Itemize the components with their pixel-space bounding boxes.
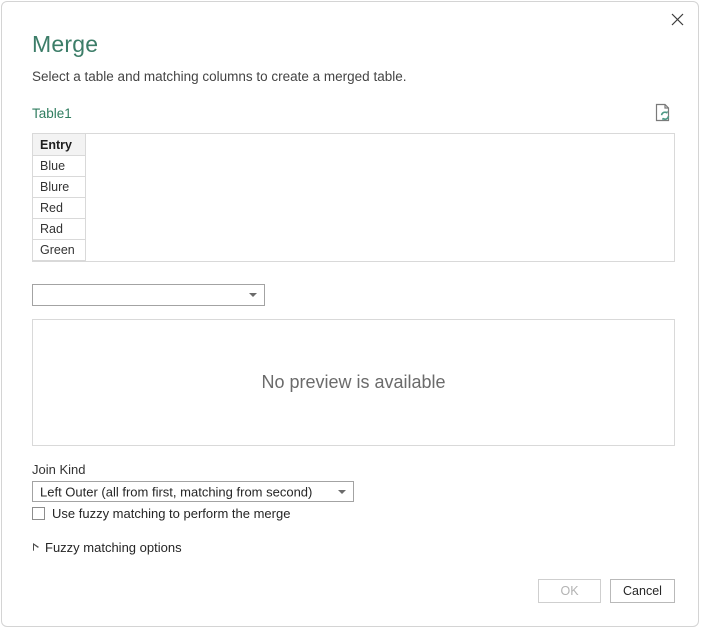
merge-preview-panel: No preview is available [32,319,675,446]
fuzzy-matching-checkbox[interactable] [32,507,45,520]
preview-message: No preview is available [261,372,446,392]
chevron-down-icon [338,489,346,494]
table-header-row: Entry [33,134,86,156]
table-row: Red [33,197,86,219]
dialog-subtitle: Select a table and matching columns to c… [32,69,407,84]
table-cell: Rad [33,218,86,240]
second-table-select[interactable] [32,284,265,306]
close-glyph [671,13,683,25]
fuzzy-matching-options-label: Fuzzy matching options [45,540,182,555]
join-kind-value: Left Outer (all from first, matching fro… [40,484,313,499]
first-table-preview: Entry Blue Blure Red Rad Green [32,133,675,262]
table-row: Blue [33,155,86,177]
ok-button[interactable]: OK [538,579,601,603]
chevron-down-icon [249,293,257,297]
fuzzy-matching-checkbox-label: Use fuzzy matching to perform the merge [52,506,291,521]
table-cell: Green [33,239,86,261]
triangle-right-icon [33,543,39,552]
table-row: Rad [33,218,86,240]
table-row: Blure [33,176,86,198]
first-table-grid: Entry Blue Blure Red Rad Green [33,134,86,261]
first-table-label: Table1 [32,106,72,121]
join-kind-label: Join Kind [32,462,86,477]
fuzzy-matching-options-expander[interactable]: Fuzzy matching options [33,540,182,555]
table-body: Blue Blure Red Rad Green [33,155,86,261]
page-refresh-glyph [655,103,670,122]
page-refresh-icon[interactable] [652,102,674,124]
table-cell: Red [33,197,86,219]
merge-dialog: Merge Select a table and matching column… [1,1,699,627]
join-kind-select[interactable]: Left Outer (all from first, matching fro… [32,481,354,502]
table-cell: Blure [33,176,86,198]
column-header-entry[interactable]: Entry [33,134,86,156]
close-icon[interactable] [658,4,696,34]
table-row: Green [33,239,86,261]
table-cell: Blue [33,155,86,177]
page-title: Merge [32,31,99,57]
cancel-button[interactable]: Cancel [610,579,675,603]
fuzzy-matching-checkbox-row[interactable]: Use fuzzy matching to perform the merge [32,506,290,521]
